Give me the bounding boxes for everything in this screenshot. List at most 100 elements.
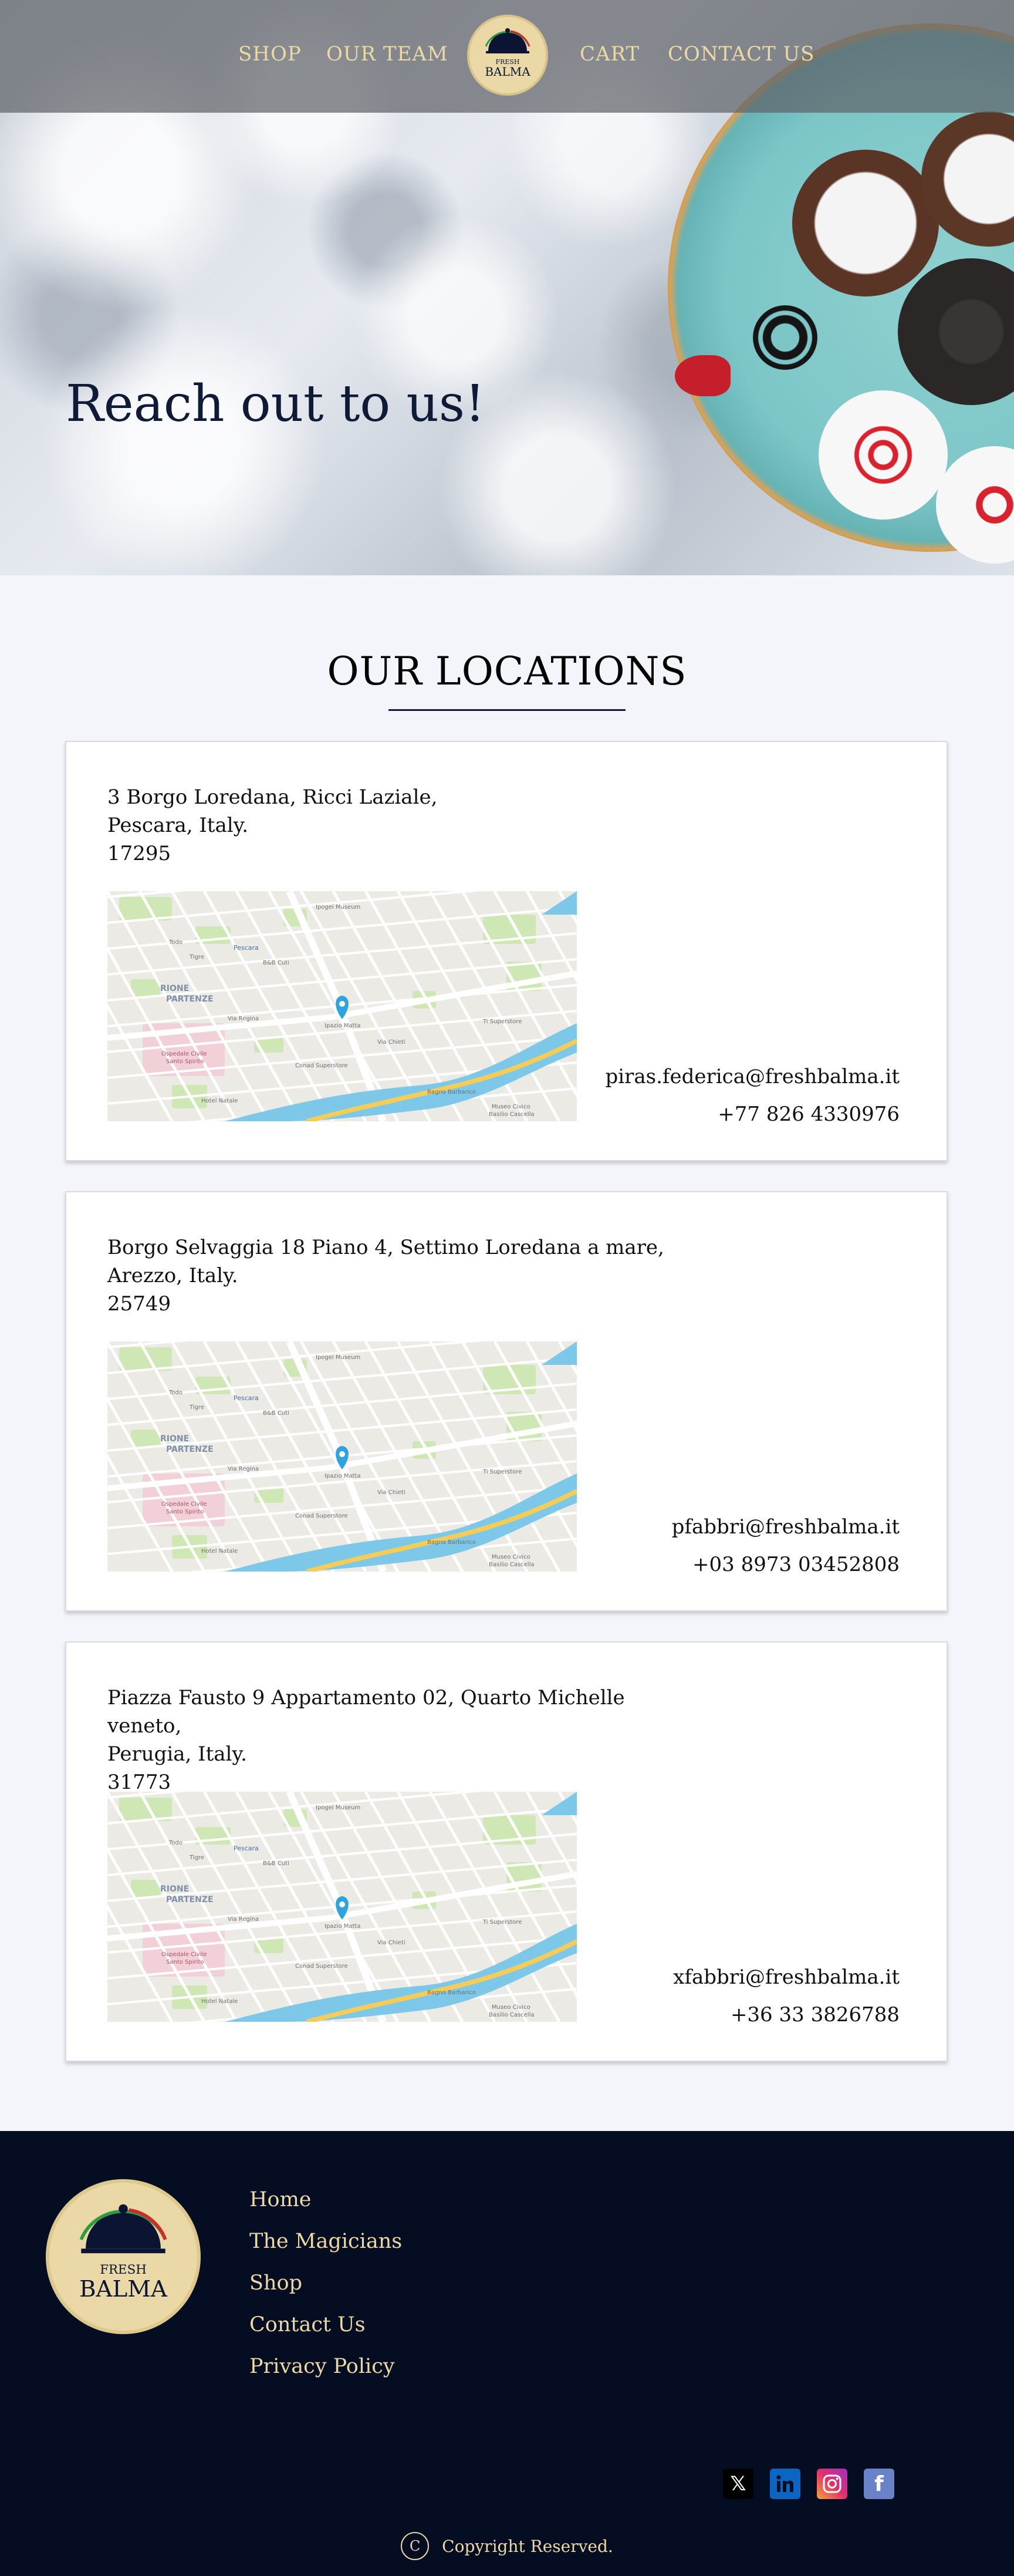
- map-label-bar: Bagno Barbarico: [427, 1089, 476, 1095]
- address-line-2: Pescara, Italy.: [107, 814, 249, 837]
- map-label-museum: Ipogei Museum: [316, 1805, 360, 1811]
- footer-link-home[interactable]: Home: [249, 2179, 402, 2221]
- address-line-1: Borgo Selvaggia 18 Piano 4, Settimo Lore…: [107, 1236, 664, 1259]
- map-label-hospital: Ospedale Civile: [161, 1951, 207, 1958]
- location-map[interactable]: Ipogei Museum Pescara RIONE PARTENZE Ospedal…: [107, 891, 577, 1121]
- location-card-3: Piazza Fausto 9 Appartamento 02, Quarto …: [65, 1641, 948, 2062]
- map-label-square: Ipazio Matta: [325, 1923, 360, 1930]
- footer-link-privacy-policy[interactable]: Privacy Policy: [249, 2346, 402, 2388]
- footer-link-the-magicians[interactable]: The Magicians: [249, 2221, 402, 2263]
- facebook-icon[interactable]: f: [864, 2469, 894, 2499]
- nav-link-shop[interactable]: SHOP: [238, 42, 302, 66]
- postal-code: 17295: [107, 842, 171, 865]
- map-label-cafe: B&B Cuti: [263, 960, 289, 966]
- map-label-district: PARTENZE: [166, 1445, 214, 1454]
- title-underline: [388, 709, 626, 711]
- nav-link-our-team[interactable]: OUR TEAM: [326, 42, 448, 66]
- map-label-museum: Ipogei Museum: [316, 904, 360, 911]
- map-label-square: Ipazio Matta: [325, 1473, 360, 1479]
- brand-logo[interactable]: FRESH BALMA: [467, 15, 548, 96]
- footer-brand-logo[interactable]: FRESH BALMA: [46, 2179, 201, 2334]
- map-label-street: Via Chieti: [377, 1489, 405, 1496]
- site-footer: FRESH BALMA Home The Magicians Shop Cont…: [0, 2131, 1014, 2576]
- location-phone[interactable]: +03 8973 03452808: [672, 1546, 900, 1583]
- map-park: [131, 1880, 160, 1897]
- locations-section: OUR LOCATIONS 3 Borgo Loredana, Ricci La…: [0, 575, 1014, 2131]
- dessert-cookie-1: [792, 150, 939, 296]
- map-label-superstore: Ti Superstore: [482, 1919, 522, 1926]
- map-label-hospital: Ospedale Civile: [161, 1501, 207, 1508]
- location-phone[interactable]: +36 33 3826788: [673, 1996, 900, 2034]
- map-label-district: RIONE: [160, 984, 189, 993]
- map-label-station: Pescara: [234, 1845, 259, 1852]
- map-label-superstore: Ti Superstore: [482, 1469, 522, 1475]
- map-label-hotel: Hotel Natale: [201, 1098, 238, 1104]
- map-park: [131, 1429, 160, 1447]
- map-label-tigre: Tigre: [189, 1404, 204, 1411]
- address-line-2: Perugia, Italy.: [107, 1742, 247, 1766]
- map-label-hospital: Ospedale Civile: [161, 1051, 207, 1057]
- map-label-district: RIONE: [160, 1884, 189, 1894]
- nav-link-contact-us[interactable]: CONTACT US: [668, 42, 814, 66]
- map-label-cafe: B&B Cuti: [263, 1410, 289, 1417]
- instagram-icon[interactable]: [817, 2469, 847, 2499]
- map-label-museum-cascella: Basilio Cascella: [489, 1111, 535, 1118]
- map-label-street: Via Chieti: [377, 1039, 405, 1046]
- location-phone[interactable]: +77 826 4330976: [605, 1095, 900, 1133]
- location-address: 3 Borgo Loredana, Ricci Laziale, Pescara…: [107, 783, 694, 868]
- map-pin-dot: [339, 1901, 345, 1907]
- map-label-street: Via Regina: [228, 1466, 259, 1472]
- map-label-street: Via Regina: [228, 1916, 259, 1923]
- map-label-hotel: Hotel Natale: [201, 1998, 238, 2005]
- map-label-museum-civic: Museo Civico: [492, 1104, 530, 1110]
- map-label-tigre: Tigre: [189, 1855, 204, 1861]
- map-label-cafe: B&B Cuti: [263, 1860, 289, 1867]
- map-label-museum: Ipogei Museum: [316, 1354, 360, 1361]
- map-label-museum-cascella: Basilio Cascella: [489, 1562, 535, 1568]
- location-email[interactable]: piras.federica@freshbalma.it: [605, 1058, 900, 1095]
- linkedin-glyph: [776, 2475, 793, 2492]
- map-label-museum-civic: Museo Civico: [492, 1554, 530, 1560]
- map-pin-dot: [339, 1001, 345, 1007]
- section-title: OUR LOCATIONS: [327, 649, 687, 694]
- map-label-museum-cascella: Basilio Cascella: [489, 2012, 535, 2018]
- nav-link-cart[interactable]: CART: [580, 42, 640, 66]
- footer-link-contact-us[interactable]: Contact Us: [249, 2304, 402, 2346]
- map-label-station: Pescara: [234, 1394, 259, 1402]
- linkedin-icon[interactable]: [770, 2469, 800, 2499]
- map-label-superstore: Ti Superstore: [482, 1019, 522, 1025]
- location-map[interactable]: Ipogei Museum Pescara RIONE PARTENZE Ospedal…: [107, 1341, 577, 1572]
- location-card-1: 3 Borgo Loredana, Ricci Laziale, Pescara…: [65, 741, 948, 1161]
- location-card-2: Borgo Selvaggia 18 Piano 4, Settimo Lore…: [65, 1191, 948, 1611]
- location-email[interactable]: pfabbri@freshbalma.it: [672, 1508, 900, 1546]
- map-graphic: Ipogei Museum Pescara RIONEPARTENZE Ospedal…: [107, 891, 577, 1121]
- location-address: Piazza Fausto 9 Appartamento 02, Quarto …: [107, 1684, 694, 1796]
- map-label-tigre: Tigre: [189, 954, 204, 960]
- map-label-store: Conad Superstore: [295, 1513, 348, 1519]
- map-label-todo: Todo: [168, 1840, 182, 1846]
- logo-text-fresh: FRESH: [100, 2263, 147, 2277]
- map-label-todo: Todo: [168, 1390, 182, 1396]
- cloche-icon: FRESH BALMA: [79, 2204, 168, 2302]
- map-label-store: Conad Superstore: [295, 1963, 348, 1970]
- cloche-icon: FRESH BALMA: [485, 28, 530, 79]
- map-label-museum-civic: Museo Civico: [492, 2004, 530, 2011]
- location-contact: pfabbri@freshbalma.it +03 8973 03452808: [672, 1508, 900, 1583]
- address-line-1: 3 Borgo Loredana, Ricci Laziale,: [107, 785, 438, 809]
- location-contact: piras.federica@freshbalma.it +77 826 433…: [605, 1058, 900, 1133]
- map-label-hotel: Hotel Natale: [201, 1548, 238, 1555]
- chocolate-swirl: [753, 305, 817, 370]
- map-label-district: PARTENZE: [166, 1895, 214, 1904]
- x-icon[interactable]: 𝕏: [723, 2469, 753, 2499]
- location-contact: xfabbri@freshbalma.it +36 33 3826788: [673, 1958, 900, 2034]
- map-label-bar: Bagno Barbarico: [427, 1990, 476, 1996]
- address-line-2: Arezzo, Italy.: [107, 1264, 238, 1287]
- location-map[interactable]: Ipogei Museum Pescara RIONE PARTENZE Ospedal…: [107, 1792, 577, 2022]
- map-label-street: Via Chieti: [377, 1940, 405, 1946]
- map-label-hospital: Santo Spirito: [166, 1509, 204, 1515]
- footer-link-shop[interactable]: Shop: [249, 2263, 402, 2304]
- copyright: C Copyright Reserved.: [0, 2532, 1014, 2560]
- map-label-station: Pescara: [234, 944, 259, 952]
- location-email[interactable]: xfabbri@freshbalma.it: [673, 1958, 900, 1996]
- postal-code: 25749: [107, 1292, 171, 1316]
